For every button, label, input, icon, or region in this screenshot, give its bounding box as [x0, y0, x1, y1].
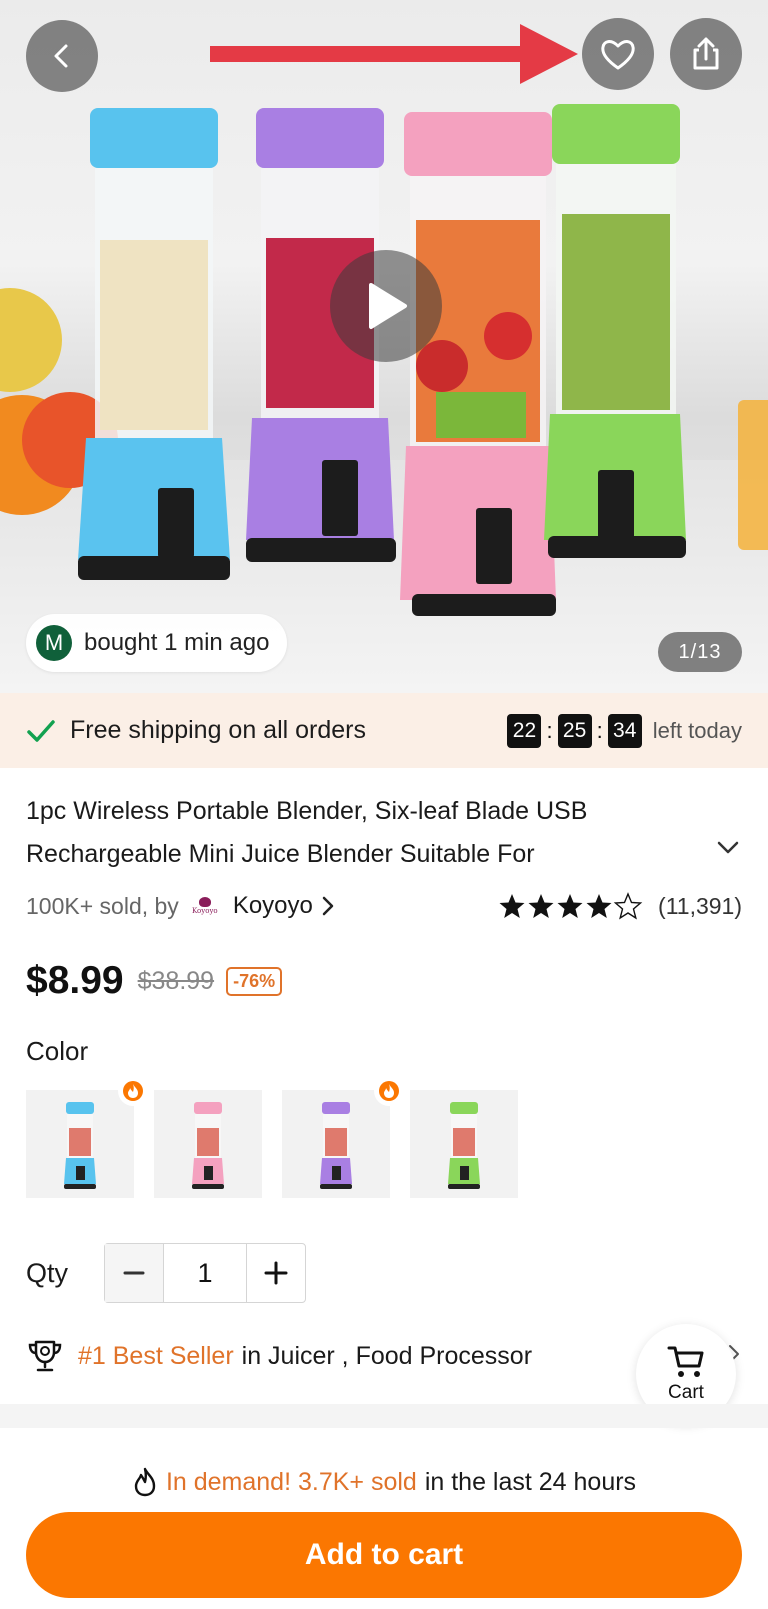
product-title-line: Rechargeable Mini Juice Blender Suitable… [26, 840, 535, 868]
original-price: $38.99 [137, 966, 215, 995]
free-shipping-banner: Free shipping on all orders 22 : 25 : 34… [0, 693, 768, 768]
chevron-left-icon [54, 44, 68, 68]
section-divider [0, 1404, 768, 1428]
color-swatch-blue[interactable] [26, 1076, 148, 1198]
sold-count: 100K+ sold, by [26, 892, 179, 919]
timer-minutes: 25 [557, 713, 592, 748]
swatch-image [320, 1102, 352, 1189]
demand-banner: In demand! 3.7K+ sold in the last 24 hou… [0, 1462, 768, 1502]
buyer-avatar: M [36, 625, 72, 661]
best-seller-row[interactable]: #1 Best Seller in Juicer , Food Processo… [26, 1336, 532, 1376]
share-button[interactable] [670, 18, 742, 90]
timer-seconds: 34 [607, 713, 642, 748]
color-swatch-purple[interactable] [282, 1076, 404, 1198]
timer-separator: : [596, 717, 603, 743]
rating-count: (11,391) [658, 892, 742, 919]
trophy-icon [28, 1340, 62, 1372]
swatch-image [64, 1102, 96, 1189]
blender-green [544, 104, 686, 558]
red-arrow-icon [210, 24, 578, 84]
play-video-button[interactable] [330, 250, 442, 362]
heart-icon [601, 40, 635, 70]
blender-blue [78, 108, 230, 580]
store-link[interactable]: Koyoyo [233, 892, 313, 920]
best-seller-category: in Juicer , Food Processor [241, 1341, 533, 1370]
image-counter: 1/13 [658, 632, 742, 672]
back-button[interactable] [26, 20, 98, 92]
hot-flame-icon [374, 1076, 404, 1106]
chevron-right-icon [322, 896, 334, 916]
color-swatch-pink[interactable] [154, 1090, 262, 1198]
share-icon [693, 37, 719, 70]
hot-flame-icon [118, 1076, 148, 1106]
juice-glass [738, 400, 768, 550]
decrease-qty-button[interactable] [105, 1244, 163, 1302]
product-image-gallery[interactable]: M bought 1 min ago 1/13 [0, 0, 768, 693]
swatch-image [192, 1102, 224, 1189]
color-swatch-green[interactable] [410, 1090, 518, 1198]
best-seller-rank: #1 Best Seller [78, 1341, 234, 1370]
product-title-line: 1pc Wireless Portable Blender, Six-leaf … [26, 797, 588, 825]
store-logo: Koyoyo [186, 888, 223, 924]
timer-suffix: left today [652, 717, 742, 743]
checkmark-icon [27, 719, 55, 742]
star-rating[interactable]: (11,391) [498, 892, 742, 920]
timer-separator: : [546, 717, 553, 743]
free-shipping-text: Free shipping on all orders [70, 716, 366, 744]
product-title[interactable]: 1pc Wireless Portable Blender, Six-leaf … [26, 790, 706, 876]
price-row: $8.99 $38.99 -76% [26, 956, 283, 1006]
cart-label: Cart [668, 1382, 704, 1403]
plus-icon [264, 1261, 288, 1285]
add-to-cart-button[interactable]: Add to cart [26, 1512, 742, 1598]
minus-icon [123, 1271, 145, 1275]
demand-highlight: In demand! 3.7K+ sold [165, 1467, 417, 1496]
timer-hours: 22 [507, 713, 542, 748]
fruit-yellow [0, 288, 62, 392]
color-label: Color [26, 1036, 89, 1066]
blender-pink [400, 112, 556, 616]
quantity-stepper: 1 [104, 1243, 306, 1303]
play-icon [369, 283, 407, 329]
star-rating-icon [499, 892, 643, 920]
qty-label: Qty [26, 1258, 69, 1288]
recent-purchase-text: bought 1 min ago [84, 629, 270, 656]
favorite-button[interactable] [582, 18, 654, 90]
discount-badge: -76% [226, 966, 283, 996]
sales-and-rating-row: 100K+ sold, by Koyoyo Koyoyo (11,391) [26, 888, 742, 924]
recent-purchase-badge: M bought 1 min ago [26, 614, 288, 672]
flame-icon [134, 1467, 156, 1497]
current-price: $8.99 [26, 959, 124, 1002]
swatch-image [448, 1102, 480, 1189]
expand-title-chevron-down-icon[interactable] [716, 840, 740, 856]
quantity-value[interactable]: 1 [163, 1244, 247, 1302]
demand-text: in the last 24 hours [424, 1467, 637, 1496]
cart-icon [667, 1346, 704, 1377]
countdown-timer: 22 : 25 : 34 left today [507, 713, 742, 748]
increase-qty-button[interactable] [247, 1244, 305, 1302]
